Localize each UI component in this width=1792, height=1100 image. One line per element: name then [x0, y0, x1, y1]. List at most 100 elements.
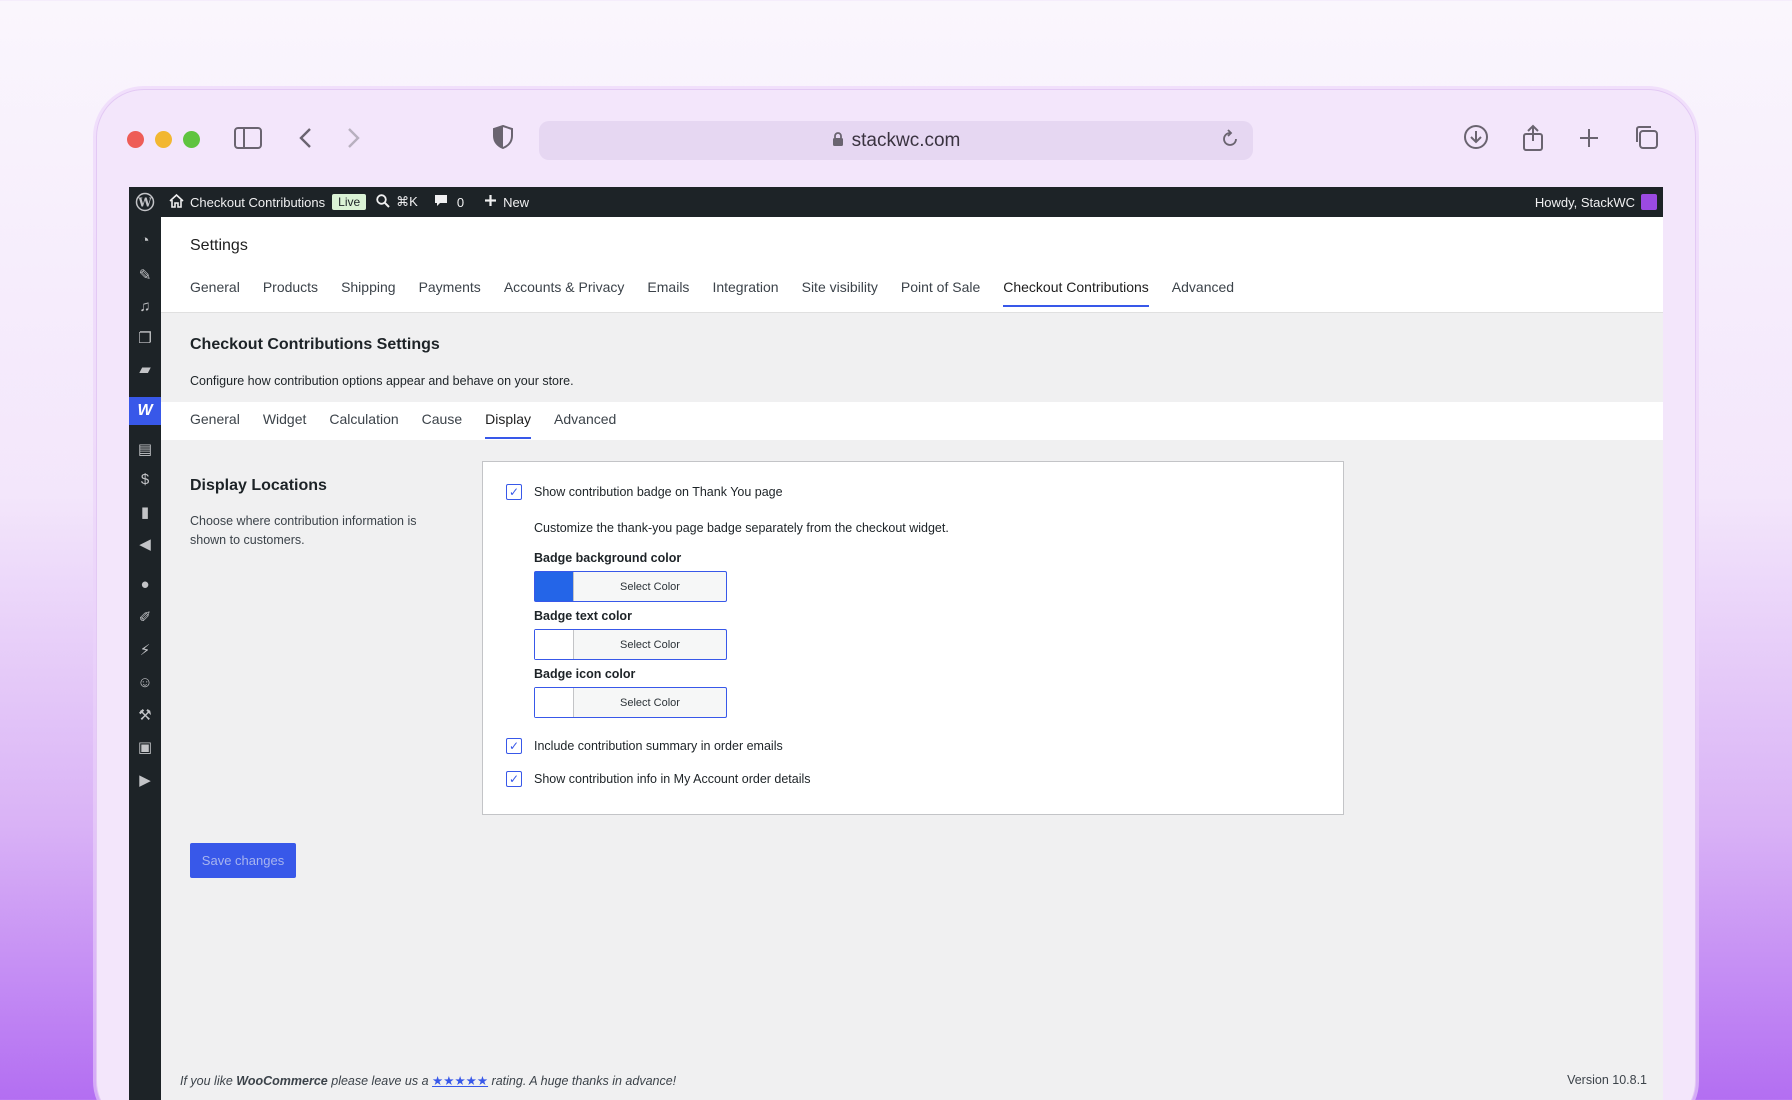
tools-icon[interactable]: ⚒ [129, 701, 161, 729]
section-description: Configure how contribution options appea… [190, 374, 574, 388]
home-icon [169, 193, 184, 211]
howdy-user[interactable]: Howdy, StackWC [1535, 187, 1635, 217]
tab-point-of-sale[interactable]: Point of Sale [901, 279, 980, 307]
wordpress-logo-icon[interactable]: W [135, 187, 155, 217]
pages-icon[interactable]: ❐ [129, 324, 161, 352]
astra-icon[interactable]: ● [129, 570, 161, 598]
tab-general[interactable]: General [190, 279, 240, 307]
address-bar[interactable]: stackwc.com [539, 121, 1253, 160]
save-changes-button[interactable]: Save changes [190, 843, 296, 878]
zoom-window-button[interactable] [183, 131, 200, 148]
footer-rating-note: If you like WooCommerce please leave us … [180, 1074, 677, 1088]
live-badge: Live [332, 194, 367, 210]
appearance-icon[interactable]: ✐ [129, 603, 161, 631]
close-window-button[interactable] [127, 131, 144, 148]
settings-icon[interactable]: ▣ [129, 733, 161, 761]
marketing-icon[interactable]: ◀ [129, 530, 161, 558]
tab-site-visibility[interactable]: Site visibility [802, 279, 878, 307]
rating-stars-link[interactable]: ★★★★★ [432, 1074, 488, 1088]
pin-icon[interactable]: ✎ [129, 261, 161, 289]
admin-sidebar: ◔ ✎ ♫ ❐ ▰ W ▤ $ ▮ ◀ ● ✐ ⚡ ☺ ⚒ ▣ ▶ [129, 217, 161, 1100]
subtab-cause[interactable]: Cause [422, 411, 462, 439]
search-shortcut: ⌘K [396, 194, 418, 209]
badge-bg-select-button[interactable]: Select Color [574, 572, 726, 601]
badge-bg-color-label: Badge background color [534, 551, 682, 565]
order-emails-label: Include contribution summary in order em… [534, 739, 783, 753]
admin-bar: W Checkout Contributions Live ⌘K 0 New H… [129, 187, 1663, 217]
woocommerce-brand: WooCommerce [236, 1074, 328, 1088]
display-locations-description: Choose where contribution information is… [190, 514, 417, 547]
command-search[interactable]: ⌘K [376, 187, 418, 217]
subtab-widget[interactable]: Widget [263, 411, 307, 439]
badge-text-select-button[interactable]: Select Color [574, 630, 726, 659]
users-icon[interactable]: ☺ [129, 668, 161, 696]
tab-emails[interactable]: Emails [647, 279, 689, 307]
new-content-link[interactable]: New [484, 187, 529, 217]
subtab-bar: General Widget Calculation Cause Display… [161, 402, 1663, 440]
new-label: New [503, 194, 530, 210]
comments-icon[interactable]: ▰ [129, 355, 161, 383]
page-title: Settings [190, 237, 248, 254]
downloads-icon[interactable] [1463, 124, 1489, 157]
badge-icon-swatch[interactable] [535, 688, 574, 717]
badge-text-color-picker[interactable]: Select Color [534, 629, 727, 660]
comment-icon [434, 194, 448, 211]
display-settings-card: ✓ Show contribution badge on Thank You p… [482, 461, 1344, 815]
avatar[interactable] [1641, 194, 1657, 210]
thankyou-note: Customize the thank-you page badge separ… [534, 521, 949, 535]
order-emails-checkbox[interactable]: ✓ [506, 738, 522, 754]
payments-icon[interactable]: $ [129, 465, 161, 493]
play-icon[interactable]: ▶ [129, 766, 161, 794]
subtab-display[interactable]: Display [485, 411, 532, 439]
dashboard-icon[interactable]: ◔ [129, 226, 161, 254]
sidebar-toggle-icon[interactable] [234, 124, 262, 156]
badge-bg-swatch[interactable] [535, 572, 574, 601]
tab-accounts-privacy[interactable]: Accounts & Privacy [504, 279, 625, 307]
thankyou-badge-label: Show contribution badge on Thank You pag… [534, 485, 783, 499]
analytics-icon[interactable]: ▮ [129, 498, 161, 526]
site-home-link[interactable]: Checkout Contributions Live [169, 187, 367, 217]
products-icon[interactable]: ▤ [129, 435, 161, 463]
badge-text-swatch[interactable] [535, 630, 574, 659]
display-locations-title: Display Locations [190, 477, 327, 494]
my-account-option[interactable]: ✓ Show contribution info in My Account o… [506, 771, 811, 787]
wp-admin-frame: W Checkout Contributions Live ⌘K 0 New H… [129, 187, 1663, 1100]
thankyou-badge-checkbox[interactable]: ✓ [506, 484, 522, 500]
badge-icon-color-picker[interactable]: Select Color [534, 687, 727, 718]
search-icon [376, 193, 390, 211]
minimize-window-button[interactable] [155, 131, 172, 148]
tab-shipping[interactable]: Shipping [341, 279, 396, 307]
tab-overview-icon[interactable] [1633, 124, 1659, 157]
tab-checkout-contributions[interactable]: Checkout Contributions [1003, 279, 1149, 307]
settings-header: Settings General Products Shipping Payme… [161, 217, 1663, 313]
comments-link[interactable]: 0 [434, 187, 464, 217]
badge-bg-color-picker[interactable]: Select Color [534, 571, 727, 602]
badge-text-color-label: Badge text color [534, 609, 632, 623]
subtab-calculation[interactable]: Calculation [329, 411, 398, 439]
tab-advanced[interactable]: Advanced [1172, 279, 1234, 307]
tab-payments[interactable]: Payments [419, 279, 481, 307]
plugins-icon[interactable]: ⚡ [129, 636, 161, 664]
order-emails-option[interactable]: ✓ Include contribution summary in order … [506, 738, 783, 754]
woocommerce-icon[interactable]: W [129, 397, 161, 425]
new-tab-icon[interactable] [1578, 124, 1600, 156]
site-name: Checkout Contributions [190, 194, 326, 210]
my-account-checkbox[interactable]: ✓ [506, 771, 522, 787]
shield-icon[interactable] [492, 124, 514, 156]
svg-text:W: W [137, 196, 152, 210]
thankyou-badge-option[interactable]: ✓ Show contribution badge on Thank You p… [506, 484, 783, 500]
subtab-advanced[interactable]: Advanced [554, 411, 616, 439]
forward-icon[interactable] [345, 124, 361, 156]
comments-count: 0 [456, 194, 465, 210]
reload-icon[interactable] [1221, 128, 1239, 154]
subtab-general[interactable]: General [190, 411, 240, 439]
media-icon[interactable]: ♫ [129, 292, 161, 320]
tab-products[interactable]: Products [263, 279, 318, 307]
back-icon[interactable] [298, 124, 314, 156]
share-icon[interactable] [1521, 124, 1545, 159]
plus-icon [484, 194, 497, 210]
badge-icon-select-button[interactable]: Select Color [574, 688, 726, 717]
tab-integration[interactable]: Integration [712, 279, 778, 307]
url-text: stackwc.com [851, 129, 961, 151]
version-label: Version 10.8.1 [1567, 1073, 1647, 1087]
